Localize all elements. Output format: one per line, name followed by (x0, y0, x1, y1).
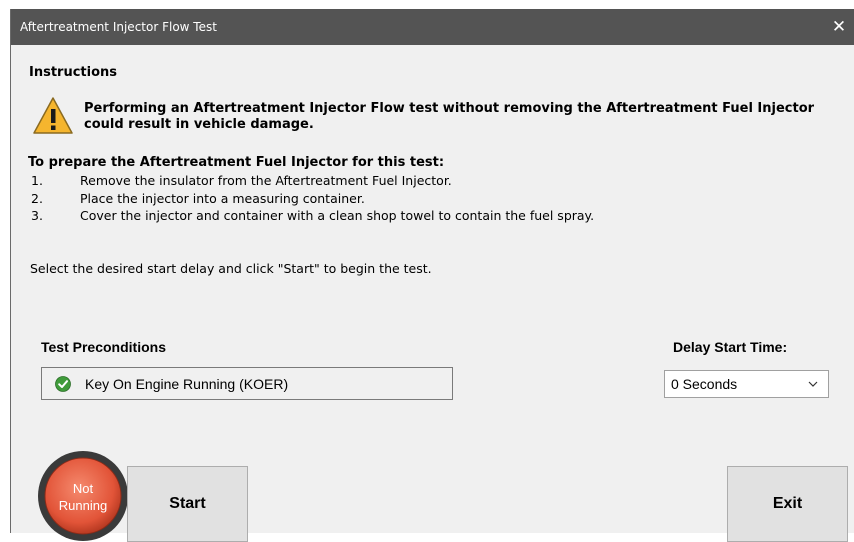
test-preconditions-label: Test Preconditions (41, 339, 166, 355)
dialog-window: Aftertreatment Injector Flow Test ✕ Inst… (10, 9, 854, 542)
title-bar: Aftertreatment Injector Flow Test ✕ (11, 9, 854, 45)
delay-selected-value: 0 Seconds (671, 376, 738, 392)
status-line-1: Not (72, 481, 94, 496)
list-item: 3. Cover the injector and container with… (31, 208, 594, 226)
step-number: 1. (31, 173, 43, 188)
chevron-down-icon (808, 381, 818, 387)
precondition-item: Key On Engine Running (KOER) (41, 367, 453, 400)
green-check-icon (55, 375, 71, 392)
step-text: Place the injector into a measuring cont… (80, 190, 365, 206)
window-title: Aftertreatment Injector Flow Test (20, 20, 217, 34)
list-item: 2. Place the injector into a measuring c… (31, 191, 594, 209)
delay-start-time-label: Delay Start Time: (673, 339, 788, 355)
status-text: Not Running (37, 480, 129, 514)
prep-heading: To prepare the Aftertreatment Fuel Injec… (28, 155, 445, 170)
warning-text: Performing an Aftertreatment Injector Fl… (84, 101, 815, 132)
step-number: 2. (31, 190, 43, 206)
start-button[interactable]: Start (127, 466, 248, 542)
list-item: 1. Remove the insulator from the Aftertr… (31, 173, 594, 191)
exit-button[interactable]: Exit (727, 466, 848, 542)
delay-start-time-select[interactable]: 0 Seconds (664, 370, 829, 398)
warning-triangle-icon (33, 97, 73, 134)
step-text: Remove the insulator from the Aftertreat… (80, 173, 452, 188)
close-button[interactable]: ✕ (824, 9, 854, 45)
status-line-2: Running (58, 498, 108, 513)
step-text: Cover the injector and container with a … (80, 208, 595, 223)
precondition-text: Key On Engine Running (KOER) (85, 375, 289, 392)
instructions-heading: Instructions (29, 65, 118, 80)
prep-steps-list: 1. Remove the insulator from the Aftertr… (31, 173, 594, 226)
select-delay-instruction: Select the desired start delay and click… (30, 261, 432, 276)
step-number: 3. (31, 208, 43, 223)
